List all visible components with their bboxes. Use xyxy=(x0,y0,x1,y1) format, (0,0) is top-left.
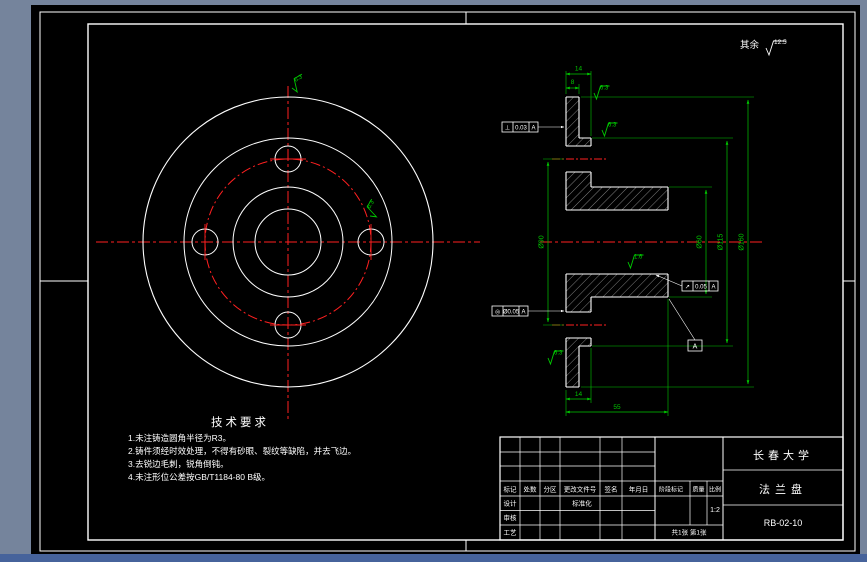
gdt-symbol: ⊥ xyxy=(505,125,510,132)
tb-scale-value: 1:2 xyxy=(710,507,720,514)
tb-drawing-number: RB-02-10 xyxy=(764,518,803,528)
tb-rev-count: 处数 xyxy=(524,485,538,494)
tb-standardization-label: 标准化 xyxy=(572,499,592,508)
tb-check-label: 审核 xyxy=(504,513,518,522)
gdt-symbol: ◎ xyxy=(495,310,500,316)
note-roughness-value: 12.5 xyxy=(774,39,787,46)
gdt-symbol: ↗ xyxy=(685,285,690,291)
gdt-datum: A xyxy=(521,310,525,316)
gdt-tolerance: Ø0.05 xyxy=(503,310,520,316)
tech-req-line: 1.未注铸造圆角半径为R3。 xyxy=(128,433,231,443)
tb-weight-label: 质量 xyxy=(692,486,704,494)
gdt-datum: A xyxy=(531,126,535,132)
dim-flange-thickness: 14 xyxy=(575,66,583,73)
finish-value: 1.6 xyxy=(634,255,643,261)
tech-req-line: 3.去锐边毛刺，锐角倒钝。 xyxy=(128,459,229,469)
finish-value: 6.3 xyxy=(600,86,609,92)
note-label: 其余 xyxy=(740,39,760,51)
tb-rev-zone: 分区 xyxy=(544,485,558,494)
finish-value: 6.3 xyxy=(554,351,563,357)
tb-part-name: 法兰盘 xyxy=(759,482,807,496)
gdt-tolerance: 0.03 xyxy=(515,126,527,132)
dim-rim-thickness: 8 xyxy=(571,79,575,86)
dim-hub-dia: Ø60 xyxy=(697,235,704,248)
tb-university: 长春大学 xyxy=(753,448,813,462)
tech-req-line: 2.铸件须经时效处理，不得有砂眼、裂纹等缺陷，并去飞边。 xyxy=(128,446,356,456)
dim-bolt-circle: Ø90 xyxy=(539,235,546,248)
datum-letter: A xyxy=(693,344,698,351)
tb-sheet-info: 共1张 第1张 xyxy=(671,528,707,537)
tb-process-label: 工艺 xyxy=(504,529,518,537)
dim-bottom-thickness: 14 xyxy=(575,391,583,398)
tb-rev-mark: 标记 xyxy=(504,485,518,494)
dim-boss-dia: Ø115 xyxy=(718,234,725,251)
dim-outer-dia: Ø160 xyxy=(739,233,746,250)
finish-value: 6.3 xyxy=(608,123,617,129)
drawing-canvas: 6.3 6.3 Ø160 Ø115 Ø60 Ø90 8 14 14 55 6.3… xyxy=(0,0,867,562)
gdt-datum: A xyxy=(711,285,715,291)
gdt-tolerance: 0.05 xyxy=(695,285,707,291)
tb-design-label: 设计 xyxy=(504,499,518,508)
cad-window: 6.3 6.3 Ø160 Ø115 Ø60 Ø90 8 14 14 55 6.3… xyxy=(0,0,867,562)
tb-rev-sign: 签名 xyxy=(605,485,618,494)
tech-req-line: 4.未注形位公差按GB/T1184-80 B级。 xyxy=(128,472,270,482)
tb-rev-docno: 更改文件号 xyxy=(564,485,597,494)
tech-req-title: 技术要求 xyxy=(211,416,269,429)
window-bottom-edge xyxy=(0,554,867,562)
tb-scale-label: 比例 xyxy=(709,486,721,494)
tb-rev-date: 年月日 xyxy=(629,485,649,494)
tb-stage-label: 阶段标记 xyxy=(659,486,683,494)
dim-total-length: 55 xyxy=(613,404,621,411)
